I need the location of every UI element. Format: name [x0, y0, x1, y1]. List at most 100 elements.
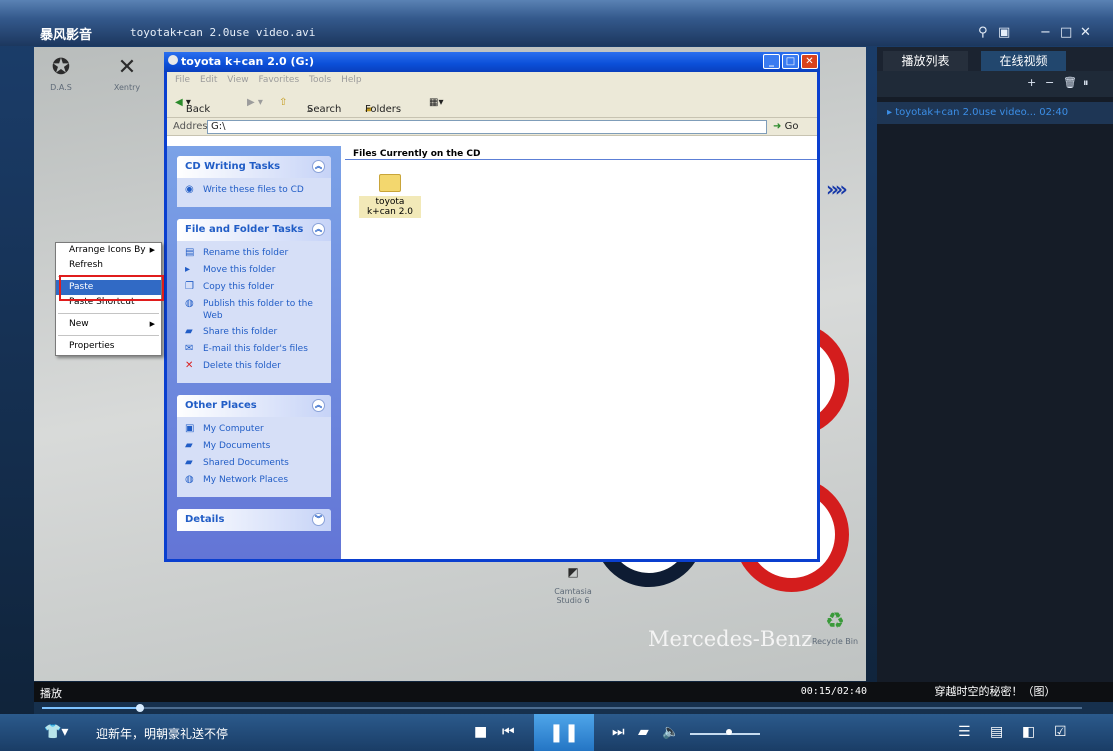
checkbox-icon[interactable]: ☑	[1054, 724, 1067, 740]
toolbox-icon[interactable]: ▤	[990, 724, 1003, 740]
expand-icon[interactable]: ︾	[312, 513, 325, 526]
desktop-icon-camtasia[interactable]: ◩ Camtasia Studio 6	[548, 559, 598, 605]
task-share-folder[interactable]: ▰ Share this folder	[185, 326, 325, 343]
explorer-window: toyota k+can 2.0 (G:) _ □ ✕ File Edit Vi…	[164, 52, 820, 562]
effects-icon[interactable]: ◧	[1022, 724, 1035, 740]
menu-properties[interactable]: Properties	[56, 339, 161, 354]
explorer-menubar: File Edit View Favorites Tools Help	[167, 72, 817, 90]
task-email-folder[interactable]: ✉ E-mail this folder's files	[185, 343, 325, 360]
playlist-item[interactable]: ▸ toyotak+can 2.0use video... 02:40	[877, 102, 1113, 124]
place-my-documents[interactable]: ▰ My Documents	[185, 440, 325, 457]
collapse-icon[interactable]: ︽	[312, 399, 325, 412]
collapse-icon[interactable]: ︽	[312, 223, 325, 236]
playlist-toggle-icon[interactable]: ☰	[958, 724, 971, 740]
seek-knob[interactable]	[135, 704, 144, 712]
volume-knob[interactable]	[725, 729, 732, 735]
brand-text: Mercedes-Benz	[648, 627, 813, 651]
menu-file[interactable]: File	[175, 75, 190, 85]
task-rename-folder[interactable]: ▤ Rename this folder	[185, 247, 325, 264]
documents-icon: ▰	[185, 440, 193, 451]
add-icon[interactable]: +	[1027, 76, 1036, 89]
player-logo: 暴风影音	[40, 28, 93, 43]
tab-online-video[interactable]: 在线视频	[981, 51, 1066, 71]
seek-track	[42, 707, 1082, 709]
panel-cd-writing-header[interactable]: CD Writing Tasks ︽	[177, 156, 331, 178]
submenu-arrow-icon: ▶	[149, 320, 155, 328]
skin-icon[interactable]: 👕▾	[44, 724, 68, 740]
task-publish-folder[interactable]: ◍ Publish this folder to the Web	[185, 298, 325, 326]
desktop-icon-xentry[interactable]: ✕ Xentry	[102, 55, 152, 92]
menu-arrange-icons[interactable]: Arrange Icons By ▶	[56, 243, 161, 258]
desktop-icon-das[interactable]: ✪ D.A.S	[36, 55, 86, 92]
panel-other-places-header[interactable]: Other Places ︽	[177, 395, 331, 417]
up-folder-icon[interactable]: ⇧	[279, 97, 287, 108]
pin-icon[interactable]: ⚲	[978, 25, 988, 40]
menu-new[interactable]: New ▶	[56, 317, 161, 332]
maximize-icon[interactable]: □	[1060, 25, 1072, 40]
playlist-sidebar: 播放列表 在线视频 + − 🗑 ⏸ ▸ toyotak+can 2.0use v…	[877, 47, 1113, 687]
task-move-folder[interactable]: ▸ Move this folder	[185, 264, 325, 281]
address-bar: Address G:\ ➜ Go	[167, 118, 817, 136]
forward-button[interactable]: ▶ ▾	[247, 97, 263, 108]
panel-details: Details ︾	[177, 509, 331, 531]
menu-icon[interactable]: ▣	[998, 25, 1010, 40]
status-bar: 播放 00:15/02:40	[34, 682, 877, 702]
go-button[interactable]: ➜ Go	[773, 121, 798, 132]
folder-label: toyota k+can 2.0	[359, 196, 421, 218]
place-shared-documents[interactable]: ▰ Shared Documents	[185, 457, 325, 474]
address-input[interactable]: G:\	[207, 120, 767, 134]
folder-item[interactable]: toyota k+can 2.0	[359, 170, 421, 218]
stop-icon[interactable]: ■	[474, 724, 487, 740]
tab-playlist[interactable]: 播放列表	[883, 51, 968, 71]
task-delete-folder[interactable]: ✕ Delete this folder	[185, 360, 325, 377]
play-status: 播放	[40, 687, 62, 700]
panel-details-header[interactable]: Details ︾	[177, 509, 331, 531]
video-area[interactable]: ✪ D.A.S ✕ Xentry »» ◩ Camtasia Studio 6 …	[34, 47, 866, 681]
file-title: toyotak+can 2.0use video.avi	[130, 26, 316, 39]
close-icon[interactable]: ✕	[1080, 25, 1091, 40]
options-icon[interactable]: ⏸	[1083, 76, 1089, 90]
place-my-computer[interactable]: ▣ My Computer	[185, 423, 325, 440]
file-view[interactable]: Files Currently on the CD toyota k+can 2…	[345, 146, 817, 559]
menu-tools[interactable]: Tools	[309, 75, 331, 85]
explorer-close-button[interactable]: ✕	[801, 54, 818, 69]
remove-icon[interactable]: −	[1045, 76, 1054, 89]
camtasia-icon: ◩	[567, 565, 579, 579]
ad-link-right[interactable]: 穿越时空的秘密！（图）	[877, 682, 1113, 702]
menu-refresh[interactable]: Refresh	[56, 258, 161, 273]
copy-icon: ❐	[185, 281, 194, 292]
rename-icon: ▤	[185, 247, 195, 258]
shared-folder-icon: ▰	[185, 457, 193, 468]
menu-edit[interactable]: Edit	[200, 75, 217, 85]
previous-icon[interactable]: ⏮	[502, 724, 515, 740]
views-button[interactable]: ▦▾	[429, 97, 443, 108]
explorer-title-bar: toyota k+can 2.0 (G:) _ □ ✕	[164, 52, 820, 72]
ad-link-left[interactable]: 迎新年，明朝豪礼送不停	[96, 725, 228, 742]
desktop-icon-recycle-bin[interactable]: ♻ Recycle Bin	[810, 609, 860, 646]
explorer-minimize-button[interactable]: _	[763, 54, 780, 69]
task-copy-folder[interactable]: ❐ Copy this folder	[185, 281, 325, 298]
place-network[interactable]: ◍ My Network Places	[185, 474, 325, 491]
back-button[interactable]: ◀ Back ▾	[175, 97, 210, 115]
volume-slider[interactable]	[690, 733, 760, 735]
menu-help[interactable]: Help	[341, 75, 362, 85]
player-window: 暴风影音 toyotak+can 2.0use video.avi ⚲ ▣ − …	[0, 0, 1113, 751]
minimize-icon[interactable]: −	[1040, 25, 1051, 40]
seek-fill	[42, 707, 140, 709]
menu-view[interactable]: View	[227, 75, 248, 85]
task-write-to-cd[interactable]: ◉ Write these files to CD	[185, 184, 325, 201]
control-bar: 👕▾ 迎新年，明朝豪礼送不停 ■ ⏮ ❚❚ ⏭ ▰ 🔈 ☰ ▤ ◧ ☑	[0, 714, 1113, 751]
collapse-icon[interactable]: ︽	[312, 160, 325, 173]
player-title-bar: 暴风影音 toyotak+can 2.0use video.avi ⚲ ▣ − …	[0, 0, 1113, 46]
menu-favorites[interactable]: Favorites	[258, 75, 299, 85]
delete-icon[interactable]: 🗑	[1063, 76, 1077, 89]
volume-icon[interactable]: 🔈	[662, 724, 679, 740]
mercedes-star-icon: ✪	[51, 55, 71, 80]
next-icon[interactable]: ⏭	[612, 724, 625, 740]
pause-button[interactable]: ❚❚	[534, 714, 594, 751]
panel-file-folder-header[interactable]: File and Folder Tasks ︽	[177, 219, 331, 241]
seek-bar[interactable]	[34, 702, 1113, 714]
highlight-box	[59, 275, 164, 301]
open-file-icon[interactable]: ▰	[638, 724, 649, 740]
explorer-maximize-button[interactable]: □	[782, 54, 799, 69]
